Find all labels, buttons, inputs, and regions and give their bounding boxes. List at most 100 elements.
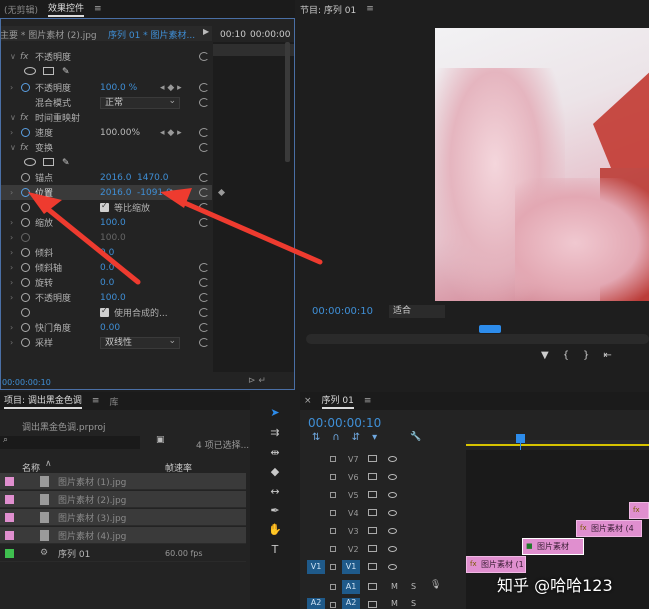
close-icon[interactable]: × xyxy=(304,396,312,406)
stopwatch-icon[interactable] xyxy=(21,323,30,332)
selection-tool-icon[interactable]: ➤ xyxy=(268,406,282,420)
keyframe-nav-icon[interactable]: ◂ ◆ ▸ xyxy=(160,83,182,93)
menu-icon[interactable]: ≡ xyxy=(366,4,374,14)
reset-icon[interactable] xyxy=(199,293,209,302)
ellipse-mask-icon[interactable] xyxy=(24,158,36,166)
source-clip-label[interactable]: 主要 * 图片素材 (2).jpg xyxy=(0,28,97,41)
eye-icon[interactable] xyxy=(388,474,397,480)
solo-button[interactable]: S xyxy=(411,599,416,608)
lock-icon[interactable] xyxy=(330,456,336,462)
lock-icon[interactable] xyxy=(330,528,336,534)
track-select-icon[interactable]: ⇉ xyxy=(268,426,282,440)
menu-icon[interactable]: ≡ xyxy=(92,396,100,406)
ellipse-mask-icon[interactable] xyxy=(24,67,36,75)
sync-lock-icon[interactable] xyxy=(368,455,377,462)
reset-icon[interactable] xyxy=(199,308,209,317)
reset-icon[interactable] xyxy=(199,323,209,332)
transport-controls[interactable]: ▼{}⇤ xyxy=(541,350,626,361)
eye-icon[interactable] xyxy=(388,528,397,534)
stopwatch-icon[interactable] xyxy=(21,218,30,227)
reset-icon[interactable] xyxy=(199,278,209,287)
reset-icon[interactable] xyxy=(199,143,209,152)
label-color[interactable] xyxy=(5,549,14,558)
clip-image-3[interactable]: fx 图片素材 (4 xyxy=(576,520,642,537)
rectangle-mask-icon[interactable] xyxy=(43,67,54,75)
uniform-scale-checkbox[interactable] xyxy=(100,201,109,212)
a2-source-patch[interactable]: A2 xyxy=(307,598,325,609)
reset-icon[interactable] xyxy=(199,128,209,137)
sync-lock-icon[interactable] xyxy=(368,473,377,480)
scrub-bar[interactable] xyxy=(306,334,649,344)
keyframe-nav-icon[interactable]: ◆ ▸ xyxy=(168,188,182,198)
solo-button[interactable]: S xyxy=(411,582,416,591)
mute-button[interactable]: M xyxy=(391,599,398,608)
lock-icon[interactable] xyxy=(330,510,336,516)
lock-icon[interactable] xyxy=(330,584,336,590)
ec-scrollbar[interactable] xyxy=(285,42,290,162)
project-item[interactable]: 图片素材 (4).jpg xyxy=(0,527,246,544)
stopwatch-icon[interactable] xyxy=(21,308,30,317)
stopwatch-icon[interactable] xyxy=(21,83,30,92)
reset-icon[interactable] xyxy=(199,218,209,227)
eye-icon[interactable] xyxy=(388,492,397,498)
blend-mode-select[interactable]: 正常 xyxy=(100,96,180,109)
project-item[interactable]: 图片素材 (1).jpg xyxy=(0,473,246,490)
sequence-clip-label[interactable]: 序列 01 * 图片素材... xyxy=(108,28,195,41)
reset-icon[interactable] xyxy=(199,98,209,107)
stopwatch-icon[interactable] xyxy=(21,293,30,302)
eye-icon[interactable] xyxy=(388,510,397,516)
reset-icon[interactable] xyxy=(199,338,209,347)
keyframe-nav-icon[interactable]: ◂ ◆ ▸ xyxy=(160,128,182,138)
slip-icon[interactable]: ↔ xyxy=(268,485,282,499)
expand-icon[interactable]: ∨ xyxy=(10,52,16,61)
tab-sequence[interactable]: 序列 01 xyxy=(321,393,354,409)
pen-icon[interactable]: ✎ xyxy=(62,67,70,77)
tab-library[interactable]: 库 xyxy=(109,395,118,408)
project-item-sequence[interactable]: ⚙ 序列 01 60.00 fps xyxy=(0,545,246,562)
tab-effect-controls[interactable]: 效果控件 xyxy=(48,1,85,17)
sync-lock-icon[interactable] xyxy=(368,601,377,608)
lock-icon[interactable] xyxy=(330,474,336,480)
label-color[interactable] xyxy=(5,495,14,504)
sync-lock-icon[interactable] xyxy=(368,509,377,516)
sync-lock-icon[interactable] xyxy=(368,563,377,570)
stopwatch-icon[interactable] xyxy=(21,188,30,197)
lock-icon[interactable] xyxy=(330,492,336,498)
clip-image-1[interactable]: fx 图片素材 (1 xyxy=(466,556,526,573)
reset-icon[interactable] xyxy=(199,83,209,92)
sync-lock-icon[interactable] xyxy=(368,545,377,552)
program-timecode[interactable]: 00:00:00:10 xyxy=(312,306,373,317)
reset-icon[interactable] xyxy=(199,52,209,61)
fit-select[interactable]: 适合 xyxy=(389,305,445,318)
pen-icon[interactable]: ✎ xyxy=(62,158,70,168)
reset-icon[interactable] xyxy=(199,173,209,182)
menu-icon[interactable]: ≡ xyxy=(94,4,102,14)
eye-icon[interactable] xyxy=(388,564,397,570)
lock-icon[interactable] xyxy=(330,546,336,552)
playhead-marker[interactable] xyxy=(479,325,501,333)
project-item[interactable]: 图片素材 (3).jpg xyxy=(0,509,246,526)
lock-icon[interactable] xyxy=(330,602,336,608)
eye-icon[interactable] xyxy=(388,456,397,462)
timeline-toolbar[interactable]: ⇅∩⇵▾ xyxy=(312,432,389,443)
new-bin-icon[interactable]: ▣ xyxy=(156,435,165,445)
stopwatch-icon[interactable] xyxy=(21,203,30,212)
eye-icon[interactable] xyxy=(388,546,397,552)
reset-icon[interactable] xyxy=(199,263,209,272)
lock-icon[interactable] xyxy=(330,564,336,570)
tab-no-clip[interactable]: (无剪辑) xyxy=(4,3,38,16)
reset-icon[interactable] xyxy=(199,188,209,197)
sort-icon[interactable]: ∧ xyxy=(45,459,52,469)
v1-source-patch[interactable]: V1 xyxy=(307,560,325,574)
composite-checkbox[interactable] xyxy=(100,306,109,317)
timeline-timecode[interactable]: 00:00:00:10 xyxy=(308,416,381,430)
search-icon[interactable]: ⌕ xyxy=(3,435,8,445)
stopwatch-icon[interactable] xyxy=(21,248,30,257)
program-frame[interactable] xyxy=(435,28,649,301)
label-color[interactable] xyxy=(5,513,14,522)
mic-icon[interactable]: 🎙 xyxy=(430,580,441,590)
label-color[interactable] xyxy=(5,531,14,540)
sync-lock-icon[interactable] xyxy=(368,527,377,534)
ec-bottom-icons[interactable]: ⊳ ↵ xyxy=(248,376,266,386)
clip-image-4[interactable]: fx xyxy=(629,502,649,519)
